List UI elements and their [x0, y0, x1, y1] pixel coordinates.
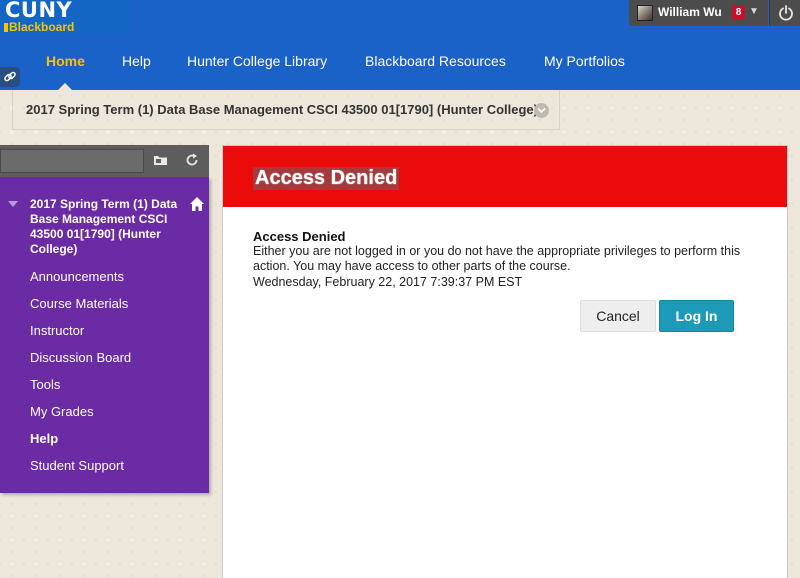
course-menu: 2017 Spring Term (1) Data Base Managemen… — [0, 177, 209, 493]
menu-item-tools[interactable]: Tools — [30, 377, 60, 392]
quick-links-button[interactable] — [0, 67, 20, 87]
page-title: Access Denied — [253, 167, 400, 190]
top-header: CUNY Blackboard William Wu 8 ▼ Home Help… — [0, 0, 800, 90]
logout-button[interactable] — [769, 0, 800, 26]
tab-blackboard-resources[interactable]: Blackboard Resources — [365, 53, 506, 69]
menu-item-student-support[interactable]: Student Support — [30, 458, 124, 473]
menu-item-course-materials[interactable]: Course Materials — [30, 296, 128, 311]
tab-home[interactable]: Home — [46, 53, 85, 90]
link-icon — [4, 71, 16, 82]
course-menu-toolbar — [0, 145, 209, 177]
main-nav: Home Help Hunter College Library Blackbo… — [0, 40, 800, 90]
power-icon — [779, 5, 793, 21]
breadcrumb-menu-button[interactable] — [534, 103, 549, 118]
cuny-blackboard-logo[interactable]: CUNY Blackboard — [0, 0, 130, 34]
message-timestamp: Wednesday, February 22, 2017 7:39:37 PM … — [253, 275, 523, 289]
message-title: Access Denied — [253, 229, 346, 244]
home-icon[interactable] — [189, 196, 205, 212]
menu-item-instructor[interactable]: Instructor — [30, 323, 84, 338]
refresh-icon[interactable] — [185, 153, 199, 167]
collapse-triangle-icon[interactable] — [8, 201, 18, 207]
menu-item-my-grades[interactable]: My Grades — [30, 404, 94, 419]
content-panel: Access Denied Access Denied Either you a… — [222, 145, 788, 578]
notification-badge[interactable]: 8 — [732, 5, 745, 20]
avatar — [637, 5, 653, 21]
tab-hunter-college-library[interactable]: Hunter College Library — [187, 53, 327, 69]
folder-icon[interactable] — [153, 154, 168, 166]
course-menu-title[interactable]: 2017 Spring Term (1) Data Base Managemen… — [30, 197, 190, 257]
login-button[interactable]: Log In — [659, 300, 734, 332]
tab-my-portfolios[interactable]: My Portfolios — [544, 53, 625, 69]
breadcrumb-course[interactable]: 2017 Spring Term (1) Data Base Managemen… — [26, 102, 538, 117]
logo-cuny-text: CUNY — [5, 0, 73, 22]
course-menu-search[interactable] — [0, 149, 144, 173]
menu-item-discussion-board[interactable]: Discussion Board — [30, 350, 131, 365]
breadcrumb: 2017 Spring Term (1) Data Base Managemen… — [12, 90, 560, 130]
chevron-down-icon — [537, 107, 546, 114]
caret-down-icon[interactable]: ▼ — [749, 6, 759, 17]
message-body: Either you are not logged in or you do n… — [253, 244, 741, 273]
menu-item-help[interactable]: Help — [30, 431, 58, 446]
logo-blackboard-text: Blackboard — [4, 20, 74, 34]
user-menu[interactable]: William Wu 8 ▼ — [629, 0, 768, 26]
cancel-button[interactable]: Cancel — [580, 300, 656, 332]
user-name: William Wu — [658, 5, 722, 19]
tab-help[interactable]: Help — [122, 53, 151, 69]
page-header: Access Denied — [223, 146, 787, 207]
menu-item-announcements[interactable]: Announcements — [30, 269, 124, 284]
